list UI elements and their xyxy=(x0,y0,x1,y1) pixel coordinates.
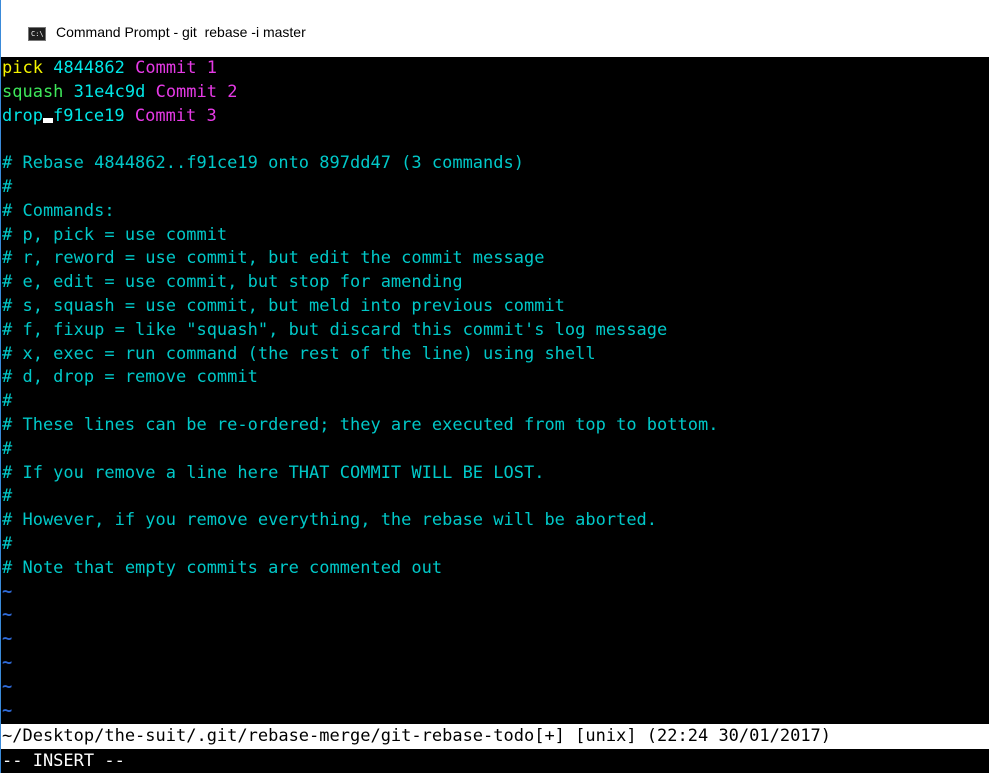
comment-line: # However, if you remove everything, the… xyxy=(2,510,658,531)
comment-line: # xyxy=(2,533,13,554)
commit-hash: f91ce19 xyxy=(52,105,125,126)
commit-message: Commit 1 xyxy=(135,58,217,78)
todo-line-pick[interactable]: pick 4844862 Commit 1 xyxy=(1,57,989,81)
comment-line: # p, pick = use commit xyxy=(2,224,228,245)
comment-line: # Note that empty commits are commented … xyxy=(2,557,443,578)
todo-command: squash xyxy=(2,81,64,102)
empty-buffer-tilde: ~ xyxy=(2,676,13,697)
window-title: Command Prompt - git rebase -i master xyxy=(56,24,306,40)
comment-line: # xyxy=(2,391,13,412)
todo-command: drop xyxy=(2,105,43,126)
vim-status-line: ~/Desktop/the-suit/.git/rebase-merge/git… xyxy=(1,724,989,749)
vim-mode-indicator: -- INSERT -- xyxy=(1,749,989,773)
command-prompt-icon: C:\ xyxy=(28,27,46,41)
commit-hash: 4844862 xyxy=(53,58,125,78)
comment-line: # xyxy=(2,438,13,459)
empty-buffer-tilde: ~ xyxy=(2,629,13,650)
comment-line: # If you remove a line here THAT COMMIT … xyxy=(2,462,545,483)
command-prompt-window: C:\ Command Prompt - git rebase -i maste… xyxy=(0,0,989,773)
comment-line: # These lines can be re-ordered; they ar… xyxy=(2,414,719,435)
comment-line: # r, reword = use commit, but edit the c… xyxy=(2,248,545,269)
comment-line: # xyxy=(2,486,13,507)
empty-buffer-tilde: ~ xyxy=(2,700,13,721)
comment-line: # x, exec = run command (the rest of the… xyxy=(2,343,596,364)
empty-buffer-tilde: ~ xyxy=(2,581,13,602)
vim-editor-buffer[interactable]: pick 4844862 Commit 1 squash 31e4c9d Com… xyxy=(1,57,989,773)
comment-line: # Commands: xyxy=(2,200,115,221)
comment-line: # e, edit = use commit, but stop for ame… xyxy=(2,272,463,293)
comment-line: # xyxy=(2,176,13,197)
commit-hash: 31e4c9d xyxy=(73,81,146,102)
todo-command: pick xyxy=(2,58,43,78)
empty-buffer-tilde: ~ xyxy=(2,652,13,673)
comment-line: # Rebase 4844862..f91ce19 onto 897dd47 (… xyxy=(2,153,524,174)
commit-message: Commit 2 xyxy=(155,81,238,102)
comment-line: # d, drop = remove commit xyxy=(2,367,258,388)
comment-line: # s, squash = use commit, but meld into … xyxy=(2,295,565,316)
title-bar[interactable]: C:\ Command Prompt - git rebase -i maste… xyxy=(1,0,989,57)
comment-line: # f, fixup = like "squash", but discard … xyxy=(2,319,668,340)
text-cursor xyxy=(42,117,53,123)
commit-message: Commit 3 xyxy=(134,105,217,126)
empty-buffer-tilde: ~ xyxy=(2,605,13,626)
todo-line-drop[interactable]: drop f91ce19 Commit 3 xyxy=(1,105,989,129)
todo-line-squash[interactable]: squash 31e4c9d Commit 2 xyxy=(1,81,989,105)
